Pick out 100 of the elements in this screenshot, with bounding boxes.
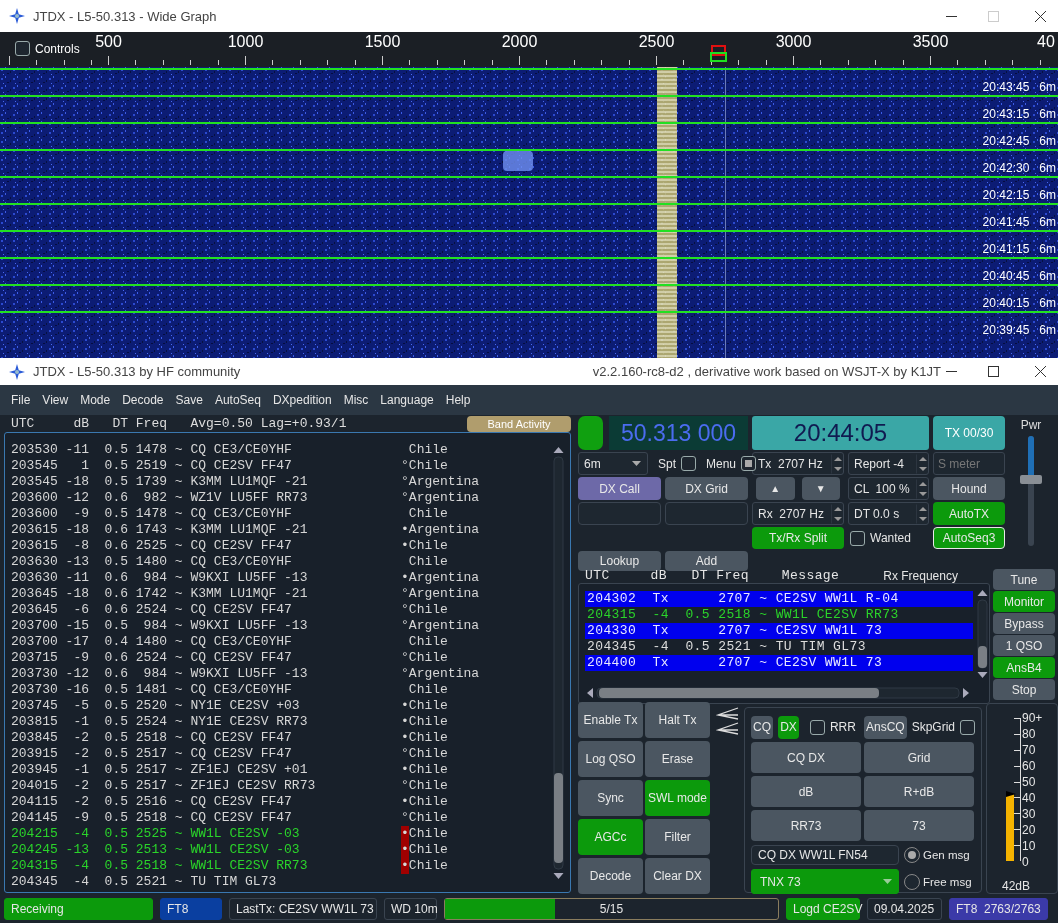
button[interactable]: 1 QSO [993, 635, 1055, 656]
generated-message-field[interactable]: CQ DX WW1L FN54 [751, 845, 899, 865]
button[interactable]: Stop [993, 679, 1055, 700]
decode-line[interactable]: 203615 -18 0.6 1743 ~ K3MM LU1MQF -21 [11, 522, 308, 538]
menu-item[interactable]: Help [439, 393, 477, 407]
decode-line[interactable]: 203845 -2 0.5 2518 ~ CQ CE2SV FF47 [11, 730, 292, 746]
decode-line[interactable]: 203600 -9 0.5 1478 ~ CQ CE3/CE0YHF [11, 506, 292, 522]
checkbox[interactable] [681, 456, 696, 471]
band-dropdown[interactable]: 6m [578, 452, 648, 475]
rx-marker-icon[interactable] [709, 45, 728, 62]
column-headers: UTC dB DT Freq Avg=0.50 Lag=+0.93/1 [10, 416, 347, 431]
message-button[interactable]: 73 [864, 810, 974, 841]
message-row[interactable]: 204330 Tx 2707 ~ CE2SV WW1L 73 [585, 623, 973, 639]
decode-line[interactable]: 204245 -13 0.5 2513 ~ WW1L CE2SV -03 [11, 842, 300, 858]
menu-item[interactable]: AutoSeq [208, 393, 267, 407]
radio-button[interactable] [904, 873, 920, 890]
decode-line[interactable]: 203630 -13 0.5 1480 ~ CQ CE3/CE0YHF [11, 554, 292, 570]
decode-line[interactable]: 204345 -4 0.5 2521 ~ TU TIM GL73 [11, 874, 277, 890]
spin-arrows-icon[interactable] [916, 503, 928, 524]
spin-arrows-icon[interactable] [916, 453, 928, 474]
up-button[interactable]: ▲ [756, 477, 795, 500]
dx-grid-field[interactable] [665, 502, 748, 525]
decode-line[interactable]: 203915 -2 0.5 2517 ~ CQ CE2SV FF47 [11, 746, 292, 762]
menu-item[interactable]: Mode [74, 393, 117, 407]
decode-line[interactable]: 204315 -4 0.5 2518 ~ WW1L CE2SV RR73 [11, 858, 308, 874]
decode-line[interactable]: 203545 1 0.5 2519 ~ CQ CE2SV FF47 [11, 458, 292, 474]
message-row[interactable]: 204315 -4 0.5 2518 ~ WW1L CE2SV RR73 [585, 607, 973, 623]
decode-line[interactable]: 203730 -12 0.6 984 ~ W9KXI LU5FF -13 [11, 666, 308, 682]
decode-line[interactable]: 203630 -11 0.6 984 ~ W9KXI LU5FF -13 [11, 570, 308, 586]
decode-line[interactable]: 203815 -1 0.5 2524 ~ NY1E CE2SV RR73 [11, 714, 308, 730]
menu-item[interactable]: Misc [337, 393, 375, 407]
lookup-button[interactable]: Lookup [578, 551, 661, 571]
decode-line[interactable]: 203715 -9 0.6 2524 ~ CQ CE2SV FF47 [11, 650, 292, 666]
slider-handle[interactable] [1020, 475, 1042, 484]
close-icon[interactable] [1035, 366, 1046, 377]
button[interactable]: Decode [578, 858, 643, 894]
decode-line[interactable]: 204115 -2 0.5 2516 ~ CQ CE2SV FF47 [11, 794, 292, 810]
spin-box[interactable]: CL 100 % [848, 477, 929, 500]
decode-line[interactable]: 203700 -17 0.4 1480 ~ CQ CE3/CE0YHF [11, 634, 292, 650]
message-button[interactable]: CQ DX [751, 742, 861, 773]
spin-box[interactable]: DT 0.0 s [848, 502, 929, 525]
button[interactable]: Clear DX [645, 858, 710, 894]
decode-line[interactable]: 203700 -15 0.5 984 ~ W9KXI LU5FF -13 [11, 618, 308, 634]
decode-line[interactable]: 203545 -18 0.5 1739 ~ K3MM LU1MQF -21 [11, 474, 308, 490]
button[interactable]: Sync [578, 780, 643, 816]
checkbox[interactable] [850, 530, 865, 546]
spin-arrows-icon[interactable] [831, 503, 843, 524]
dx-grid-button[interactable]: DX Grid [665, 477, 748, 500]
decode-line[interactable]: 203645 -6 0.6 2524 ~ CQ CE2SV FF47 [11, 602, 292, 618]
close-icon[interactable] [1035, 10, 1046, 22]
checkbox[interactable] [809, 719, 825, 735]
anscq-button[interactable]: AnsCQ [863, 715, 907, 739]
message-button[interactable]: R+dB [864, 776, 974, 807]
menu-item[interactable]: File [5, 393, 37, 407]
button[interactable]: Erase [645, 741, 710, 777]
button[interactable]: Filter [645, 819, 710, 855]
menu-item[interactable]: Save [169, 393, 209, 407]
dx-call-button[interactable]: DX Call [578, 477, 661, 500]
spin-box[interactable]: Tx 2707 Hz [752, 452, 844, 475]
message-button[interactable]: RR73 [751, 810, 861, 841]
cq-button[interactable]: CQ [751, 715, 773, 739]
menu-item[interactable]: Decode [116, 393, 170, 407]
checkbox[interactable] [741, 456, 757, 471]
decode-line[interactable]: 203530 -11 0.5 1478 ~ CQ CE3/CE0YHF [11, 442, 292, 458]
hound-button[interactable]: Hound [933, 477, 1005, 500]
checkbox[interactable] [15, 41, 30, 56]
radio-button[interactable] [904, 847, 920, 863]
button[interactable]: Bypass [993, 613, 1055, 634]
menu-item[interactable]: View [36, 393, 75, 407]
down-button[interactable]: ▼ [801, 477, 840, 500]
decode-line[interactable]: 204015 -2 0.5 2517 ~ ZF1EJ CE2SV RR73 [11, 778, 316, 794]
message-row[interactable]: 204302 Tx 2707 ~ CE2SV WW1L R-04 [585, 591, 973, 607]
decode-line[interactable]: 204215 -4 0.5 2525 ~ WW1L CE2SV -03 [11, 826, 300, 842]
spin-arrows-icon[interactable] [831, 453, 843, 474]
menu-item[interactable]: DXpedition [266, 393, 338, 407]
dx-call-field[interactable] [578, 502, 661, 525]
decode-line[interactable]: 203615 -8 0.6 2525 ~ CQ CE2SV FF47 [11, 538, 292, 554]
checkbox[interactable] [960, 719, 975, 735]
add-button[interactable]: Add [665, 551, 748, 571]
menu-item[interactable]: Language [374, 393, 440, 407]
app-icon [9, 363, 25, 380]
decode-line[interactable]: 204145 -9 0.5 2518 ~ CQ CE2SV FF47 [11, 810, 292, 826]
message-row[interactable]: 204345 -4 0.5 2521 ~ TU TIM GL73 [585, 639, 973, 655]
button[interactable]: Log QSO [578, 741, 643, 777]
spin-box[interactable]: Rx 2707 Hz [752, 502, 844, 525]
decode-line[interactable]: 203730 -16 0.5 1481 ~ CQ CE3/CE0YHF [11, 682, 292, 698]
spin-box[interactable]: Report -4 [848, 452, 929, 475]
tab-selector-icon[interactable] [716, 706, 740, 738]
decode-line[interactable]: 203945 -1 0.5 2517 ~ ZF1EJ CE2SV +01 [11, 762, 308, 778]
decode-line[interactable]: 203645 -18 0.6 1742 ~ K3MM LU1MQF -21 [11, 586, 308, 602]
spin-arrows-icon[interactable] [916, 478, 928, 499]
button[interactable]: Halt Tx [645, 702, 710, 738]
message-row[interactable]: 204400 Tx 2707 ~ CE2SV WW1L 73 [585, 655, 973, 671]
maximize-icon[interactable] [988, 366, 999, 377]
button[interactable]: Tune [993, 569, 1055, 590]
message-button[interactable]: dB [751, 776, 861, 807]
button[interactable]: Enable Tx [578, 702, 643, 738]
decode-line[interactable]: 203600 -12 0.6 982 ~ WZ1V LU5FF RR73 [11, 490, 308, 506]
decode-line[interactable]: 203745 -5 0.5 2520 ~ NY1E CE2SV +03 [11, 698, 300, 714]
message-button[interactable]: Grid [864, 742, 974, 773]
